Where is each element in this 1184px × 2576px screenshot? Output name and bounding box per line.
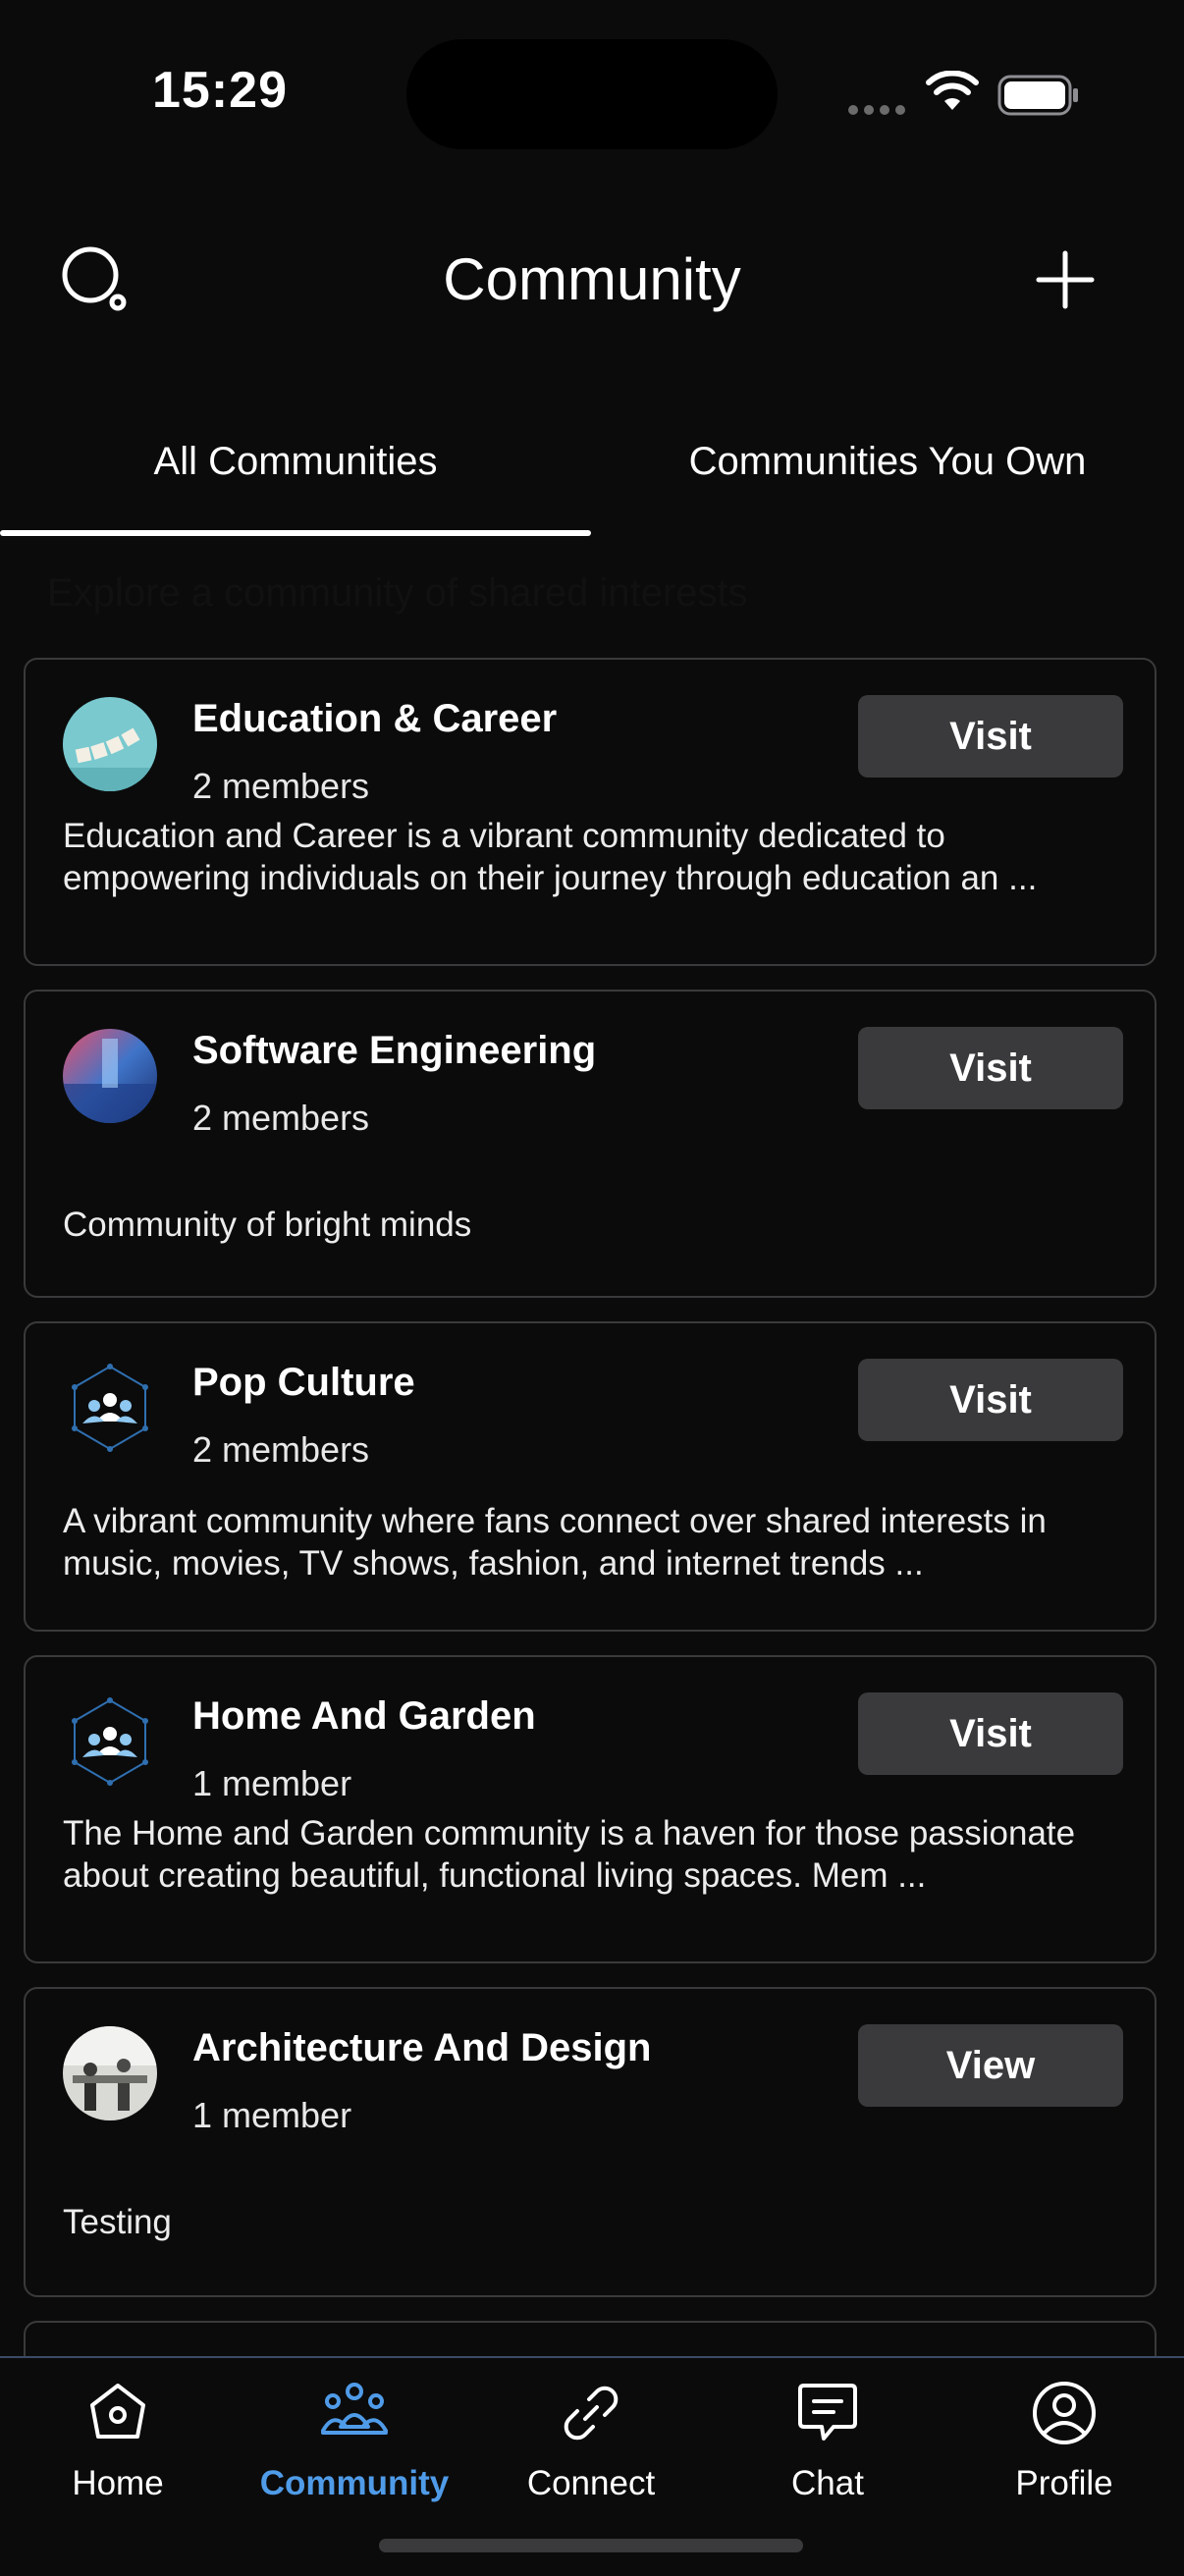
community-card[interactable]: Pop Culture 2 members Visit A vibrant co…: [24, 1321, 1157, 1632]
nav-chat[interactable]: Chat: [710, 2378, 945, 2503]
home-icon: [90, 2384, 145, 2439]
community-description: Education and Career is a vibrant commun…: [63, 817, 1038, 897]
visit-button[interactable]: Visit: [858, 1692, 1123, 1775]
community-tabs: All Communities Communities You Own: [0, 412, 1184, 540]
active-tab-indicator: [0, 530, 591, 536]
dynamic-island: [406, 39, 778, 149]
community-name: Software Engineering: [192, 1029, 597, 1072]
add-community-icon[interactable]: [1031, 245, 1100, 314]
app-header: Community: [0, 226, 1184, 334]
community-name: Education & Career: [192, 697, 558, 740]
nav-home[interactable]: Home: [0, 2378, 236, 2503]
nav-profile[interactable]: Profile: [946, 2378, 1182, 2503]
community-network-icon: [63, 1694, 157, 1789]
link-icon: [564, 2386, 619, 2441]
home-indicator: [379, 2539, 803, 2552]
view-button[interactable]: View: [858, 2024, 1123, 2107]
community-card[interactable]: Education & Career 2 members Visit Educa…: [24, 658, 1157, 966]
community-card[interactable]: Architecture And Design 1 member View Te…: [24, 1987, 1157, 2297]
profile-icon: [1033, 2382, 1096, 2444]
community-avatar: [63, 2026, 157, 2120]
member-count: 2 members: [192, 1429, 370, 1470]
community-name: Architecture And Design: [192, 2026, 652, 2069]
nav-community-label: Community: [259, 2464, 450, 2502]
cellular-signal-icon: [848, 102, 911, 120]
member-count: 1 member: [192, 2095, 352, 2135]
community-avatar: [63, 697, 157, 791]
member-count: 2 members: [192, 1098, 370, 1138]
wifi-icon: [926, 71, 979, 110]
community-avatar: [63, 1029, 157, 1123]
nav-home-label: Home: [72, 2464, 164, 2502]
member-count: 2 members: [192, 766, 370, 806]
community-network-icon: [63, 1361, 157, 1455]
status-bar: 15:29: [0, 0, 1184, 187]
nav-connect[interactable]: Connect: [473, 2378, 709, 2503]
visit-button[interactable]: Visit: [858, 1027, 1123, 1109]
nav-chat-label: Chat: [791, 2464, 864, 2502]
nav-community[interactable]: Community: [237, 2378, 472, 2503]
community-icon: [321, 2383, 388, 2435]
community-name: Pop Culture: [192, 1361, 415, 1404]
community-card[interactable]: Software Engineering 2 members Visit Com…: [24, 990, 1157, 1298]
tab-all-communities[interactable]: All Communities: [0, 440, 591, 484]
tab-communities-you-own[interactable]: Communities You Own: [591, 440, 1184, 484]
community-description: A vibrant community where fans connect o…: [63, 1502, 1047, 1583]
community-description: The Home and Garden community is a haven…: [63, 1814, 1076, 1895]
status-time: 15:29: [152, 62, 288, 119]
community-name: Home And Garden: [192, 1694, 536, 1738]
battery-icon: [997, 75, 1078, 116]
community-description: Testing: [63, 2203, 172, 2241]
community-card[interactable]: Home And Garden 1 member Visit The Home …: [24, 1655, 1157, 1963]
community-description: Community of bright minds: [63, 1206, 472, 1244]
nav-connect-label: Connect: [526, 2464, 656, 2502]
visit-button[interactable]: Visit: [858, 695, 1123, 778]
visit-button[interactable]: Visit: [858, 1359, 1123, 1441]
page-title: Community: [443, 246, 741, 312]
member-count: 1 member: [192, 1763, 352, 1803]
explore-subtitle: Explore a community of shared interests: [47, 571, 748, 615]
chat-icon: [798, 2384, 857, 2441]
nav-profile-label: Profile: [1015, 2464, 1113, 2502]
